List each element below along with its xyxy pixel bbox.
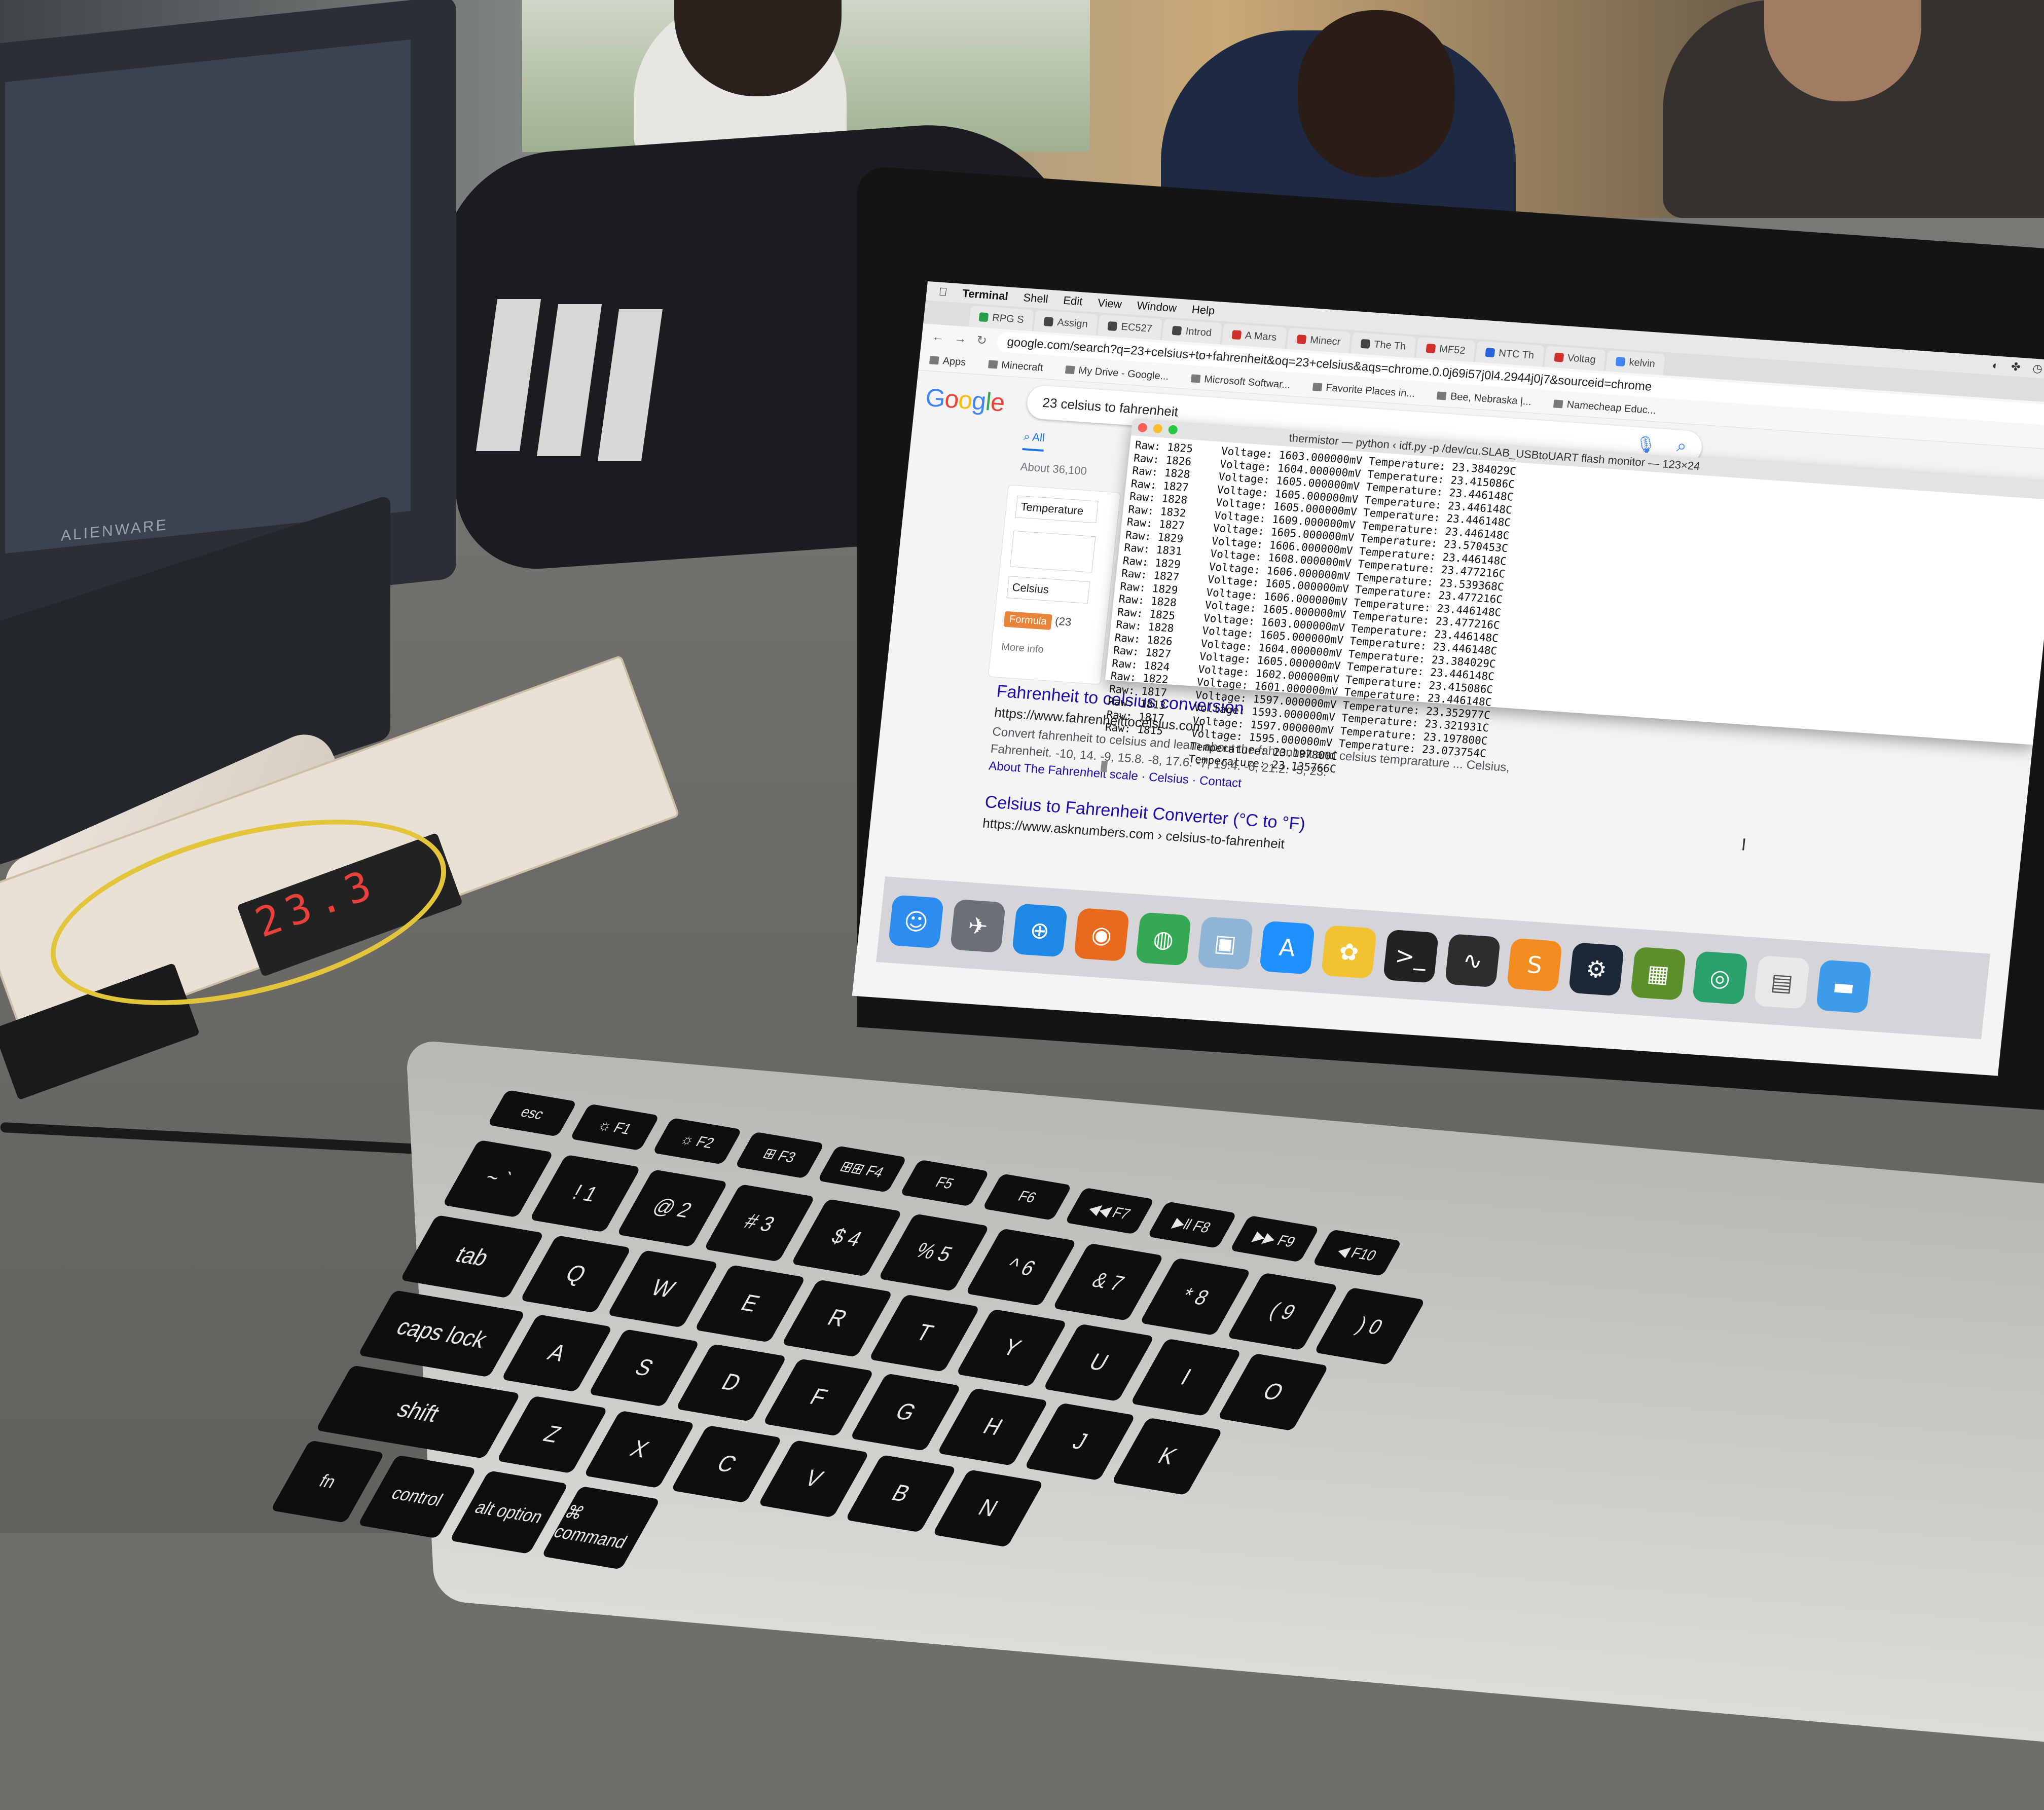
- tab-label: Assign: [1056, 316, 1088, 330]
- network-icon[interactable]: ◎: [1692, 951, 1748, 1005]
- bookmark-icon: [1190, 374, 1201, 383]
- fan-icon[interactable]: ✤: [2011, 360, 2021, 374]
- bookmark-label: Bee, Nebraska |...: [1449, 390, 1532, 408]
- tab-label: EC527: [1120, 321, 1153, 335]
- finder-icon[interactable]: ☺: [888, 895, 944, 949]
- key-n[interactable]: N: [932, 1469, 1044, 1547]
- menu-window[interactable]: Window: [1136, 299, 1177, 315]
- bookmark-label: Favorite Places in...: [1325, 382, 1416, 399]
- bookmark-icon: [1437, 391, 1447, 400]
- bookmark-icon: [1065, 365, 1075, 375]
- maximize-icon[interactable]: [1167, 425, 1178, 435]
- launchpad-icon[interactable]: ✈: [950, 899, 1006, 953]
- bookmark-item[interactable]: Apps: [929, 354, 967, 368]
- search-query[interactable]: 23 celsius to fahrenheit: [1042, 394, 1179, 419]
- favicon-icon: [1615, 356, 1626, 367]
- favicon-icon: [978, 312, 989, 322]
- tab-label: NTC Th: [1498, 347, 1535, 361]
- result-stats: About 36,100: [1019, 460, 1088, 477]
- menu-terminal[interactable]: Terminal: [962, 287, 1009, 303]
- favicon-icon: [1360, 339, 1371, 349]
- favicon-icon: [1485, 348, 1495, 358]
- bookmark-icon: [1312, 383, 1323, 392]
- terminal-icon[interactable]: >_: [1382, 929, 1439, 983]
- app-store-icon[interactable]: A: [1259, 920, 1316, 975]
- favicon-icon: [1426, 343, 1436, 353]
- formula-value: (23: [1054, 614, 1072, 629]
- bookmark-label: Apps: [942, 355, 967, 368]
- safari-icon[interactable]: ⊕: [1011, 903, 1068, 957]
- google-search-tabs: ⌕ All: [1022, 430, 1046, 452]
- menu-edit[interactable]: Edit: [1063, 294, 1083, 308]
- bookmark-label: Microsoft Softwar...: [1203, 373, 1291, 391]
- favicon-icon: [1554, 352, 1564, 362]
- bookmark-label: Namecheap Educ...: [1566, 398, 1657, 416]
- key-shift[interactable]: shift: [315, 1365, 521, 1459]
- steam-icon[interactable]: ⚙: [1568, 942, 1625, 996]
- tab-label: Minecr: [1309, 334, 1341, 348]
- terminal-cursor: [1100, 760, 1108, 772]
- search-icon[interactable]: ⌕: [1676, 436, 1688, 456]
- bookmark-icon: [988, 360, 998, 369]
- bookmark-item[interactable]: Minecraft: [988, 358, 1044, 374]
- bookmark-item[interactable]: Bee, Nebraska |...: [1437, 390, 1532, 408]
- menubar-status-icons: ◐ ✤ ◷ ◠: [1991, 359, 2044, 377]
- favicon-icon: [1043, 317, 1054, 327]
- back-icon[interactable]: ←: [931, 330, 945, 345]
- alienware-laptop-screen: [5, 39, 411, 554]
- favicon-icon: [1107, 321, 1118, 331]
- reload-icon[interactable]: ↻: [976, 333, 988, 348]
- tab-label: The Th: [1373, 339, 1407, 352]
- bookmark-label: My Drive - Google...: [1078, 364, 1170, 382]
- bookmark-item[interactable]: Namecheap Educ...: [1553, 398, 1657, 417]
- photos-icon[interactable]: ✿: [1321, 925, 1377, 979]
- key-k[interactable]: K: [1111, 1417, 1223, 1496]
- bookmark-icon: [929, 356, 939, 365]
- folder-icon[interactable]: ▬: [1815, 959, 1872, 1014]
- tab-label: MF52: [1439, 343, 1466, 356]
- menu-help[interactable]: Help: [1191, 303, 1216, 318]
- key-o[interactable]: O: [1217, 1353, 1329, 1431]
- tab-label: A Mars: [1244, 329, 1278, 343]
- favicon-icon: [1231, 330, 1242, 340]
- raw-value: [1102, 756, 1188, 762]
- terminal-window[interactable]: thermistor — python ‹ idf.py -p /dev/cu.…: [1100, 418, 2044, 775]
- preview-icon[interactable]: ▣: [1197, 916, 1254, 971]
- firefox-icon[interactable]: ◉: [1073, 907, 1130, 962]
- minimize-icon[interactable]: [1152, 424, 1163, 434]
- macbook-screen:  Terminal Shell Edit View Window Help ◐…: [852, 281, 2044, 1076]
- tab-label: kelvin: [1628, 356, 1656, 370]
- microphone-icon[interactable]: 🎙︎: [1634, 434, 1657, 455]
- menu-view[interactable]: View: [1097, 297, 1122, 311]
- chrome-icon[interactable]: ◍: [1135, 912, 1192, 966]
- terminal-output[interactable]: Raw: 1825 Voltage: 1603.000000mV Temperat…: [1100, 439, 1517, 799]
- apple-menu-icon[interactable]: : [938, 285, 948, 299]
- sublime-text-icon[interactable]: S: [1506, 938, 1563, 992]
- minecraft-icon[interactable]: ▦: [1630, 946, 1687, 1001]
- bookmark-item[interactable]: Microsoft Softwar...: [1190, 373, 1291, 391]
- tab-all[interactable]: ⌕ All: [1022, 430, 1046, 452]
- text-cursor-icon: I: [1740, 835, 1747, 855]
- converter-input[interactable]: [1009, 530, 1096, 573]
- google-logo[interactable]: Google: [924, 383, 1006, 417]
- formula-badge: Formula: [1003, 611, 1053, 630]
- status-icon[interactable]: ◐: [1991, 359, 2000, 373]
- activity-monitor-icon[interactable]: ∿: [1444, 934, 1501, 988]
- forward-icon[interactable]: →: [954, 331, 967, 346]
- favicon-icon: [1172, 325, 1182, 336]
- bookmark-icon: [1553, 399, 1563, 409]
- tab-label: RPG S: [992, 312, 1025, 325]
- document-icon[interactable]: ▤: [1754, 955, 1810, 1009]
- tab-label: Voltag: [1566, 352, 1596, 365]
- bookmark-label: Minecraft: [1001, 359, 1044, 374]
- menu-shell[interactable]: Shell: [1023, 291, 1049, 306]
- person-center-head: [1298, 10, 1455, 177]
- close-icon[interactable]: [1137, 423, 1148, 433]
- favicon-icon: [1296, 334, 1307, 345]
- tab-label: Introd: [1185, 325, 1213, 339]
- time-machine-icon[interactable]: ◷: [2032, 362, 2043, 376]
- bookmark-item[interactable]: My Drive - Google...: [1065, 364, 1170, 383]
- key--0[interactable]: ) 0: [1313, 1287, 1426, 1365]
- bookmark-item[interactable]: Favorite Places in...: [1312, 381, 1415, 400]
